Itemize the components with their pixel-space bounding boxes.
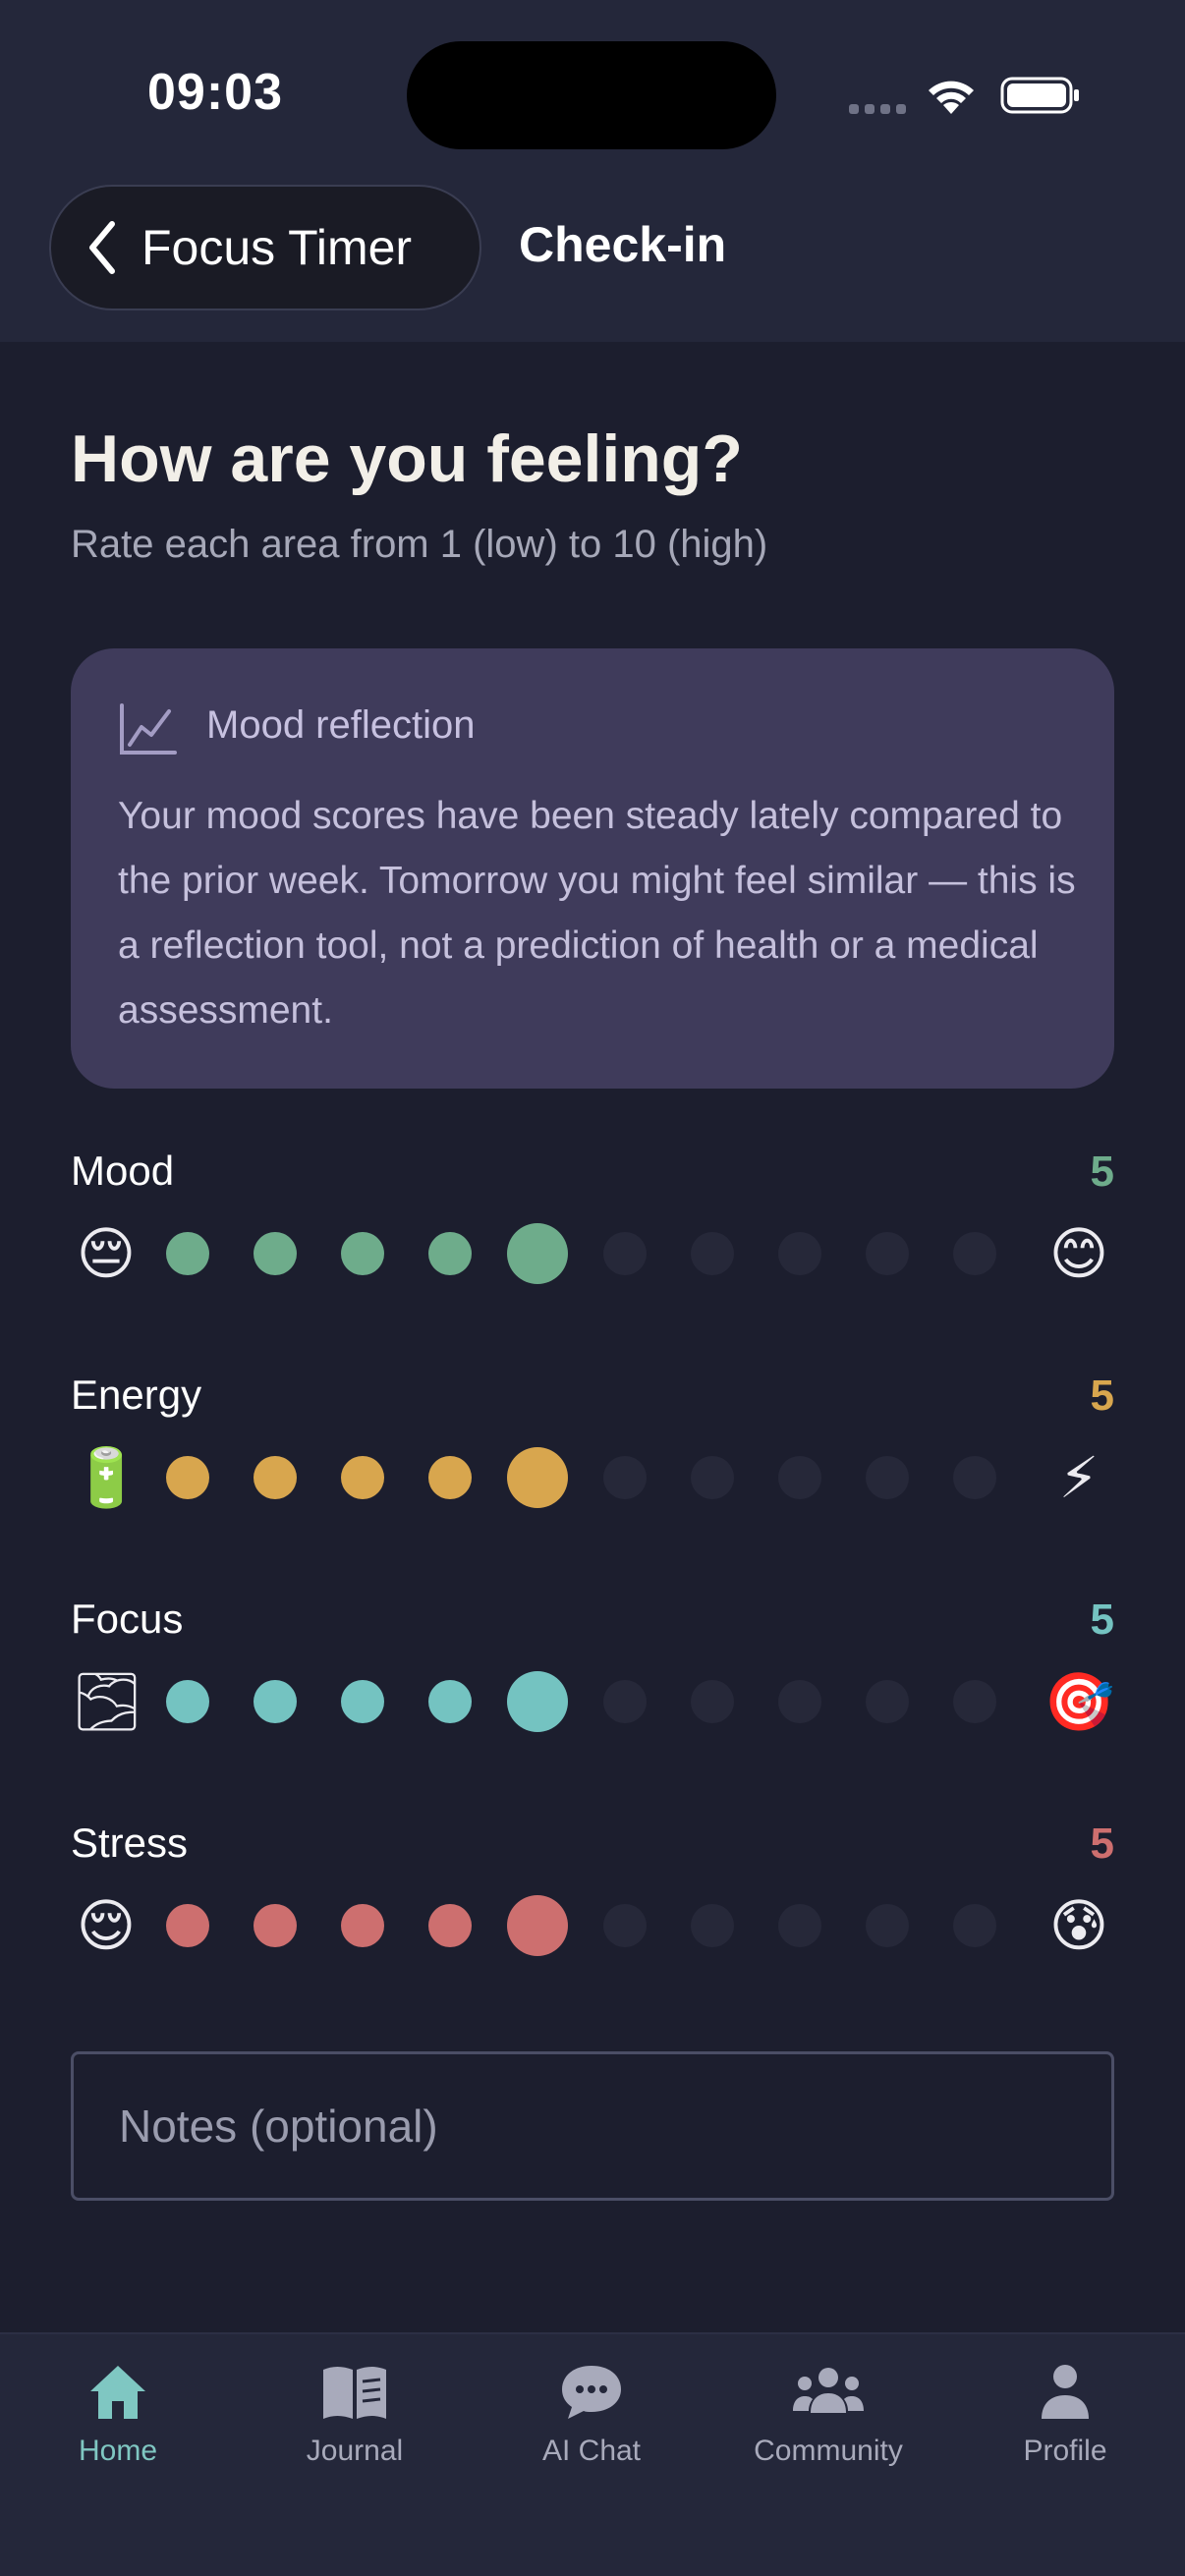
rating-dot-1[interactable] — [166, 1904, 209, 1947]
metric-energy: Energy 5 🔋 ⚡ — [71, 1372, 1114, 1548]
metric-label: Focus — [71, 1596, 184, 1642]
chat-bubble-icon — [562, 2366, 621, 2419]
back-button[interactable]: Focus Timer — [49, 185, 481, 310]
rating-dot-9[interactable] — [866, 1680, 909, 1723]
navigation-bar: Focus Timer Check-in — [0, 177, 1185, 342]
high-emoji-icon: ⚡ — [1058, 1444, 1100, 1511]
rating-dot-7[interactable] — [691, 1232, 734, 1275]
tab-home[interactable]: Home — [0, 2362, 236, 2499]
metric-focus: Focus 5 🌫 🎯 — [71, 1596, 1114, 1772]
metric-value: 5 — [1090, 1596, 1114, 1644]
rating-dot-1[interactable] — [166, 1232, 209, 1275]
metric-label: Energy — [71, 1372, 202, 1418]
tab-community[interactable]: Community — [710, 2362, 946, 2499]
rating-dot-1[interactable] — [166, 1456, 209, 1499]
rating-dot-2[interactable] — [254, 1904, 297, 1947]
tab-label: Journal — [306, 2435, 404, 2467]
rating-dot-6[interactable] — [603, 1904, 647, 1947]
tab-label: Profile — [1023, 2435, 1107, 2467]
rating-dot-2[interactable] — [254, 1680, 297, 1723]
tab-label: AI Chat — [541, 2435, 642, 2467]
low-emoji-icon: 🌫 — [71, 1668, 143, 1735]
book-icon — [323, 2367, 386, 2419]
rating-dot-3[interactable] — [341, 1232, 384, 1275]
rating-dot-4[interactable] — [428, 1904, 472, 1947]
metric-label: Stress — [71, 1820, 189, 1866]
rating-dot-8[interactable] — [778, 1232, 821, 1275]
high-emoji-icon: 🎯 — [1044, 1668, 1115, 1735]
rating-dot-10[interactable] — [953, 1680, 996, 1723]
tab-bar: Home Journal AI Chat Community Profile — [0, 2332, 1185, 2576]
metric-value: 5 — [1090, 1372, 1114, 1420]
page-subtitle: Rate each area from 1 (low) to 10 (high) — [71, 523, 768, 566]
rating-dot-3[interactable] — [341, 1680, 384, 1723]
rating-dot-2[interactable] — [254, 1232, 297, 1275]
rating-dot-6[interactable] — [603, 1680, 647, 1723]
mood-reflection-card: Mood reflection Your mood scores have be… — [71, 648, 1114, 1089]
rating-dot-3[interactable] — [341, 1456, 384, 1499]
cellular-signal-icon — [849, 104, 908, 114]
status-time: 09:03 — [147, 64, 283, 121]
nav-title: Check-in — [519, 217, 727, 272]
chevron-left-icon — [89, 221, 115, 274]
rating-dot-6[interactable] — [603, 1456, 647, 1499]
metric-value: 5 — [1090, 1148, 1114, 1196]
rating-dot-5[interactable] — [507, 1671, 568, 1732]
tab-journal[interactable]: Journal — [237, 2362, 473, 2499]
tab-label: Home — [78, 2435, 158, 2467]
dynamic-island — [407, 41, 776, 149]
rating-dot-8[interactable] — [778, 1680, 821, 1723]
card-title: Mood reflection — [206, 703, 476, 747]
person-icon — [1042, 2365, 1089, 2419]
rating-dot-4[interactable] — [428, 1232, 472, 1275]
rating-dot-5[interactable] — [507, 1447, 568, 1508]
rating-dot-5[interactable] — [507, 1223, 568, 1284]
rating-dot-4[interactable] — [428, 1680, 472, 1723]
rating-dot-6[interactable] — [603, 1232, 647, 1275]
metric-mood: Mood 5 😔 😊 — [71, 1148, 1114, 1324]
rating-dot-7[interactable] — [691, 1456, 734, 1499]
rating-dot-8[interactable] — [778, 1904, 821, 1947]
users-icon — [793, 2368, 864, 2413]
back-button-label: Focus Timer — [141, 220, 413, 275]
battery-icon — [1000, 77, 1079, 114]
rating-dot-8[interactable] — [778, 1456, 821, 1499]
tab-ai-chat[interactable]: AI Chat — [474, 2362, 709, 2499]
rating-dot-4[interactable] — [428, 1456, 472, 1499]
high-emoji-icon: 😰 — [1048, 1892, 1109, 1959]
page-title: How are you feeling? — [71, 421, 743, 496]
notes-input[interactable] — [71, 2051, 1114, 2201]
rating-dot-10[interactable] — [953, 1456, 996, 1499]
rating-dot-10[interactable] — [953, 1904, 996, 1947]
high-emoji-icon: 😊 — [1048, 1220, 1109, 1287]
rating-dot-9[interactable] — [866, 1232, 909, 1275]
low-emoji-icon: 🔋 — [71, 1444, 142, 1511]
rating-dot-9[interactable] — [866, 1456, 909, 1499]
tab-label: Community — [754, 2435, 903, 2467]
card-body: Your mood scores have been steady lately… — [118, 795, 1076, 1032]
low-emoji-icon: 😌 — [76, 1892, 137, 1959]
rating-dot-7[interactable] — [691, 1904, 734, 1947]
status-bar: 09:03 — [0, 0, 1185, 177]
wifi-icon — [929, 81, 974, 114]
metric-label: Mood — [71, 1148, 175, 1194]
rating-dot-5[interactable] — [507, 1895, 568, 1956]
rating-dot-9[interactable] — [866, 1904, 909, 1947]
metric-stress: Stress 5 😌 😰 — [71, 1820, 1114, 1996]
low-emoji-icon: 😔 — [76, 1220, 137, 1287]
tab-profile[interactable]: Profile — [947, 2362, 1183, 2499]
chart-line-icon — [120, 703, 177, 755]
home-icon — [90, 2366, 145, 2419]
rating-dot-7[interactable] — [691, 1680, 734, 1723]
rating-dot-10[interactable] — [953, 1232, 996, 1275]
rating-dot-1[interactable] — [166, 1680, 209, 1723]
metric-value: 5 — [1090, 1820, 1114, 1868]
rating-dot-2[interactable] — [254, 1456, 297, 1499]
rating-dot-3[interactable] — [341, 1904, 384, 1947]
